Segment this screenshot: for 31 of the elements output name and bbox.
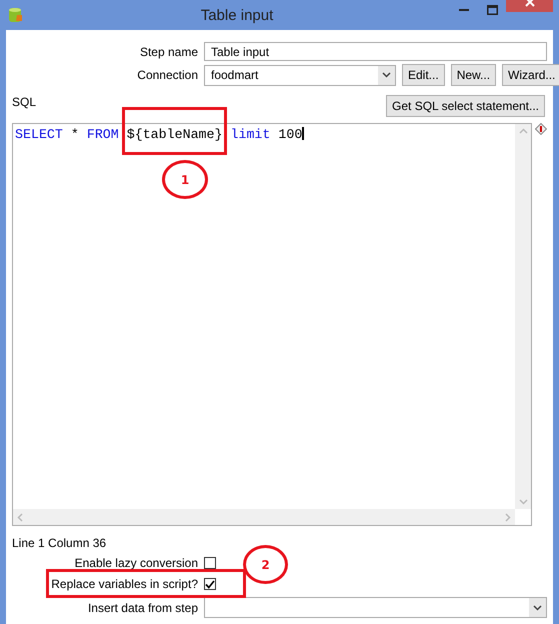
scroll-right-icon[interactable]	[505, 512, 512, 522]
scroll-up-icon[interactable]	[518, 128, 528, 134]
option-label: Replace variables in script?	[50, 577, 198, 591]
chevron-down-icon	[382, 72, 391, 78]
connection-button[interactable]: New...	[450, 64, 496, 86]
checkbox[interactable]	[204, 557, 216, 569]
get-sql-button[interactable]: Get SQL select statement...	[386, 95, 545, 117]
checkbox[interactable]	[204, 578, 216, 590]
connection-button[interactable]: Edit...	[402, 64, 445, 86]
scroll-left-icon[interactable]	[17, 512, 23, 522]
scrollbar[interactable]	[13, 509, 516, 525]
maximize-icon	[486, 5, 498, 15]
step-dropdown[interactable]	[204, 597, 547, 618]
field-label: Insert data from step	[86, 600, 198, 614]
field-label: Step name	[138, 44, 198, 58]
chevron-down-icon	[533, 604, 542, 610]
scroll-down-icon[interactable]	[518, 499, 528, 505]
field-label: Connection	[136, 68, 198, 82]
connection-button[interactable]: Wizard...	[502, 64, 559, 86]
callout-circle: 1	[162, 160, 208, 199]
sql-label: SQL	[12, 95, 36, 109]
window-title: Table input	[200, 6, 274, 24]
callout-circle: 2	[243, 545, 288, 584]
minimize-icon	[459, 9, 469, 11]
connection-dropdown[interactable]: foodmart	[204, 64, 396, 86]
step-name-field[interactable]: Table input	[204, 42, 547, 61]
option-label: Enable lazy conversion	[74, 556, 198, 570]
scrollbar[interactable]	[515, 124, 532, 509]
cursor-position: Line 1 Column 36	[12, 536, 108, 550]
app-icon	[8, 7, 24, 23]
variable-diamond-icon	[535, 123, 547, 135]
